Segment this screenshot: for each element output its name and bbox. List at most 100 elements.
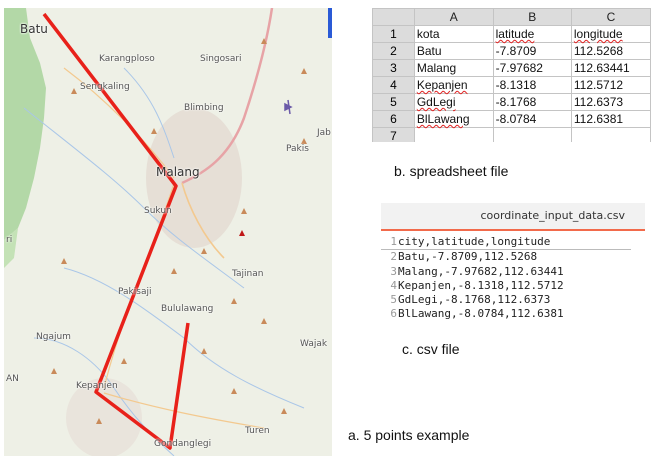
row-header[interactable]: 5 bbox=[372, 93, 415, 111]
place-tajinan: Tajinan bbox=[232, 269, 264, 279]
place-kepanjen: Kepanjen bbox=[76, 381, 118, 391]
line-text: GdLegi,-8.1768,112.6373 bbox=[398, 293, 551, 307]
spreadsheet-body: 1 kota latitude longitude 2 Batu -7.8709 112.52… bbox=[372, 25, 651, 142]
spreadsheet-cell[interactable]: -8.0784 bbox=[492, 110, 572, 128]
code-line: 6BlLawang,-8.0784,112.6381 bbox=[381, 307, 645, 321]
line-text: Batu,-7.8709,112.5268 bbox=[398, 250, 538, 264]
place-batu: Batu bbox=[20, 22, 48, 36]
spreadsheet-cell[interactable] bbox=[413, 127, 494, 142]
row-header[interactable]: 6 bbox=[372, 110, 415, 128]
cell-text: Kepanjen bbox=[416, 78, 468, 92]
peak-red-marker bbox=[239, 230, 245, 236]
corner-cell[interactable] bbox=[372, 8, 415, 26]
line-number: 6 bbox=[390, 307, 397, 321]
map-panel[interactable]: Batu Karangploso Singosari Sengkaling Bl… bbox=[4, 8, 332, 456]
place-ngajum: Ngajum bbox=[36, 332, 71, 342]
column-header-b[interactable]: B bbox=[492, 8, 572, 26]
spreadsheet-row: 4 Kepanjen -8.1318 112.5712 bbox=[372, 76, 651, 94]
place-jabung: Jab bbox=[317, 128, 331, 138]
spreadsheet-cell[interactable] bbox=[492, 127, 572, 142]
line-number: 1 bbox=[390, 235, 397, 248]
file-tab[interactable]: coordinate_input_data.csv bbox=[480, 209, 625, 222]
cell-text: GdLegi bbox=[416, 95, 456, 109]
code-line: 4Kepanjen,-8.1318,112.5712 bbox=[381, 279, 645, 293]
spreadsheet-cell[interactable]: 112.5268 bbox=[570, 42, 651, 60]
spreadsheet-cell[interactable]: 112.5712 bbox=[570, 76, 651, 94]
row-header[interactable]: 2 bbox=[372, 42, 415, 60]
spreadsheet-row: 3 Malang -7.97682 112.63441 bbox=[372, 59, 651, 77]
code-line: 1city,latitude,longitude bbox=[381, 235, 631, 251]
spreadsheet-cell[interactable]: Kepanjen bbox=[413, 76, 494, 94]
row-header[interactable]: 7 bbox=[372, 127, 415, 142]
place-blimbing: Blimbing bbox=[184, 103, 224, 113]
spreadsheet-cell[interactable]: -8.1318 bbox=[492, 76, 572, 94]
cell-text: -7.8709 bbox=[495, 44, 537, 58]
map-canvas bbox=[4, 8, 332, 456]
place-malang: Malang bbox=[156, 165, 200, 179]
place-an: AN bbox=[6, 374, 19, 384]
spreadsheet-cell[interactable] bbox=[570, 127, 651, 142]
airport-icon bbox=[284, 99, 293, 115]
spreadsheet-cell[interactable]: -7.97682 bbox=[492, 59, 572, 77]
row-header[interactable]: 1 bbox=[372, 25, 415, 43]
line-number: 3 bbox=[390, 264, 397, 278]
spreadsheet-cell[interactable]: Malang bbox=[413, 59, 494, 77]
spreadsheet-table[interactable]: A B C 1 kota latitude longitude 2 Batu -7.8709… bbox=[372, 8, 651, 142]
place-pakisaji: Pakisaji bbox=[118, 287, 152, 297]
code-line: 2Batu,-7.8709,112.5268 bbox=[381, 250, 645, 264]
cell-text: 112.63441 bbox=[573, 61, 630, 75]
cell-text: latitude bbox=[495, 27, 535, 41]
spreadsheet-cell[interactable]: kota bbox=[413, 25, 494, 43]
code-line: 5GdLegi,-8.1768,112.6373 bbox=[381, 293, 645, 307]
spreadsheet-cell[interactable]: Batu bbox=[413, 42, 494, 60]
csv-editor-panel[interactable]: coordinate_input_data.csv 1city,latitude… bbox=[381, 203, 645, 327]
cell-text: 112.5712 bbox=[573, 78, 624, 92]
line-text: BlLawang,-8.0784,112.6381 bbox=[398, 307, 564, 321]
cell-text: Malang bbox=[416, 61, 457, 75]
spreadsheet-cell[interactable]: 112.6381 bbox=[570, 110, 651, 128]
column-header-row: A B C bbox=[372, 8, 651, 26]
forest-area bbox=[4, 8, 46, 240]
spreadsheet-cell[interactable]: -8.1768 bbox=[492, 93, 572, 111]
spreadsheet-cell[interactable]: latitude bbox=[492, 25, 572, 43]
place-singosari: Singosari bbox=[200, 54, 242, 64]
spreadsheet-cell[interactable]: 112.6373 bbox=[570, 93, 651, 111]
place-wajak: Wajak bbox=[300, 339, 328, 349]
line-number: 2 bbox=[390, 250, 397, 264]
column-header-a[interactable]: A bbox=[413, 8, 494, 26]
row-header[interactable]: 3 bbox=[372, 59, 415, 77]
line-text: Kepanjen,-8.1318,112.5712 bbox=[398, 278, 564, 292]
line-text: city,latitude,longitude bbox=[398, 235, 551, 248]
cell-text: 112.6373 bbox=[573, 95, 624, 109]
spreadsheet-row: 6 BlLawang -8.0784 112.6381 bbox=[372, 110, 651, 128]
line-number: 5 bbox=[390, 293, 397, 307]
spreadsheet-cell[interactable]: BlLawang bbox=[413, 110, 494, 128]
cell-text: 112.6381 bbox=[573, 112, 624, 126]
line-text: Malang,-7.97682,112.63441 bbox=[398, 264, 564, 278]
spreadsheet-row: 2 Batu -7.8709 112.5268 bbox=[372, 42, 651, 60]
line-number: 4 bbox=[390, 278, 397, 292]
spreadsheet-cell[interactable]: longitude bbox=[570, 25, 651, 43]
spreadsheet-cell[interactable]: -7.8709 bbox=[492, 42, 572, 60]
column-header-c[interactable]: C bbox=[570, 8, 651, 26]
spreadsheet-row: 5 GdLegi -8.1768 112.6373 bbox=[372, 93, 651, 111]
spreadsheet-cell[interactable]: 112.63441 bbox=[570, 59, 651, 77]
place-ri: ri bbox=[6, 235, 13, 245]
map-caption: a. 5 points example bbox=[348, 427, 470, 443]
cell-text: -8.0784 bbox=[495, 112, 537, 126]
cell-text: -7.97682 bbox=[495, 61, 543, 75]
editor-tab-bar: coordinate_input_data.csv bbox=[381, 203, 645, 231]
place-turen: Turen bbox=[245, 426, 270, 436]
place-sengkaling: Sengkaling bbox=[80, 82, 130, 92]
place-pakis: Pakis bbox=[286, 144, 309, 154]
cell-text: BlLawang bbox=[416, 112, 470, 126]
code-line: 3Malang,-7.97682,112.63441 bbox=[381, 265, 645, 279]
spreadsheet-row: 7 bbox=[372, 127, 651, 142]
cell-text: longitude bbox=[573, 27, 623, 41]
csv-code-lines[interactable]: 1city,latitude,longitude 2Batu,-7.8709,11… bbox=[381, 231, 645, 322]
place-karangploso: Karangploso bbox=[99, 54, 155, 64]
spreadsheet-panel[interactable]: A B C 1 kota latitude longitude 2 Batu -7.8709… bbox=[372, 8, 651, 142]
spreadsheet-cell[interactable]: GdLegi bbox=[413, 93, 494, 111]
csv-caption: c. csv file bbox=[402, 341, 460, 357]
row-header[interactable]: 4 bbox=[372, 76, 415, 94]
